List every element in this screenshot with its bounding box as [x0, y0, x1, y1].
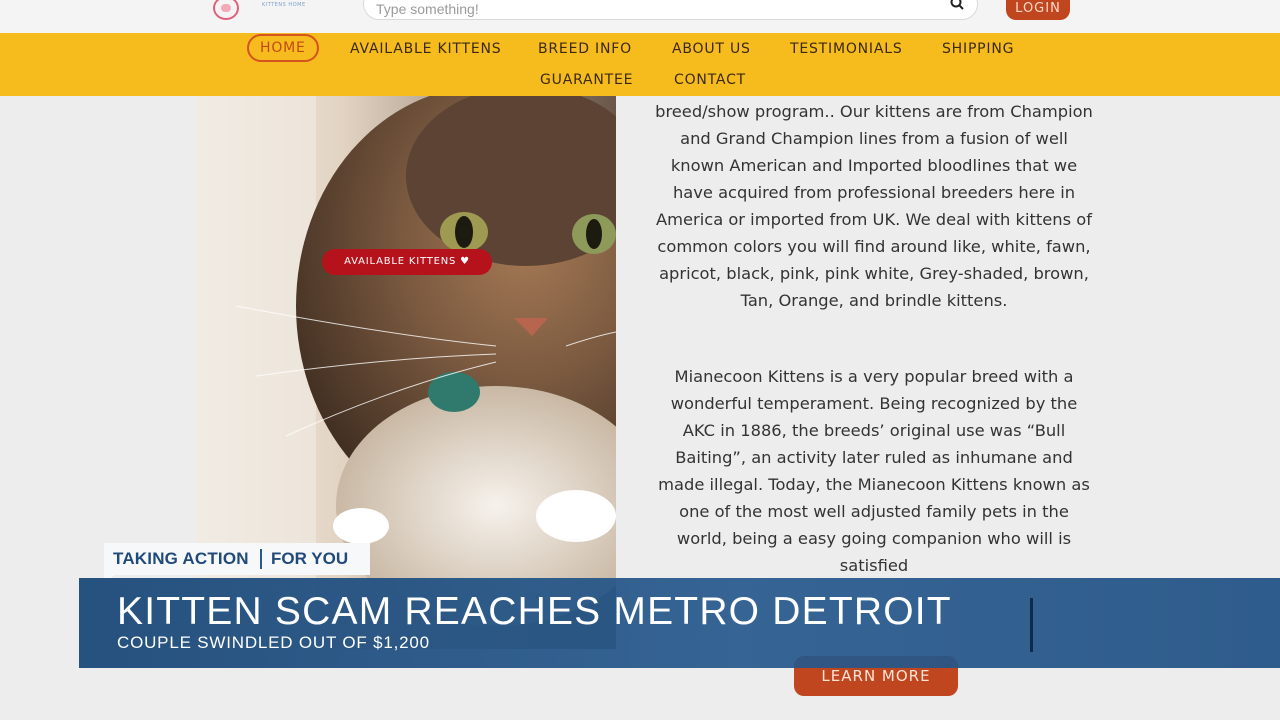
article-paragraph-2: Mianecoon Kittens is a very popular bree…: [658, 367, 1090, 575]
nav-home[interactable]: HOME: [247, 34, 319, 62]
search-icon[interactable]: [950, 0, 964, 10]
nav-breed-info[interactable]: BREED INFO: [538, 41, 632, 57]
article-paragraph-1: breed/show program.. Our kittens are fro…: [655, 102, 1093, 310]
available-kittens-badge[interactable]: AVAILABLE KITTENS ♥: [322, 249, 492, 275]
news-subheadline: COUPLE SWINDLED OUT OF $1,200: [117, 633, 430, 652]
nav-guarantee[interactable]: GUARANTEE: [540, 72, 633, 88]
main-nav: HOME AVAILABLE KITTENS BREED INFO ABOUT …: [0, 33, 1280, 96]
segment-tag-divider: [260, 549, 262, 569]
search-bar[interactable]: [363, 0, 978, 20]
segment-tag: TAKING ACTION FOR YOU: [104, 543, 370, 575]
nav-shipping[interactable]: SHIPPING: [942, 41, 1014, 57]
segment-tag-left: TAKING ACTION: [113, 549, 249, 568]
lower-third-banner: KITTEN SCAM REACHES METRO DETROIT COUPLE…: [79, 578, 1280, 668]
login-button[interactable]: LOGIN: [1006, 0, 1070, 20]
news-headline: KITTEN SCAM REACHES METRO DETROIT: [117, 590, 952, 633]
nav-available-kittens[interactable]: AVAILABLE KITTENS: [350, 41, 501, 57]
heart-icon: ♥: [460, 256, 470, 267]
top-bar: KITTENS HOME LOGIN: [0, 0, 1280, 33]
segment-tag-right: FOR YOU: [271, 549, 349, 568]
search-input[interactable]: [374, 0, 938, 18]
cat-logo-icon[interactable]: [213, 0, 239, 20]
nav-contact[interactable]: CONTACT: [674, 72, 746, 88]
badge-label: AVAILABLE KITTENS: [344, 256, 457, 267]
banner-divider: [1030, 598, 1033, 652]
nav-testimonials[interactable]: TESTIMONIALS: [790, 41, 903, 57]
nav-about-us[interactable]: ABOUT US: [672, 41, 751, 57]
logo-subtext: KITTENS HOME: [262, 2, 306, 8]
